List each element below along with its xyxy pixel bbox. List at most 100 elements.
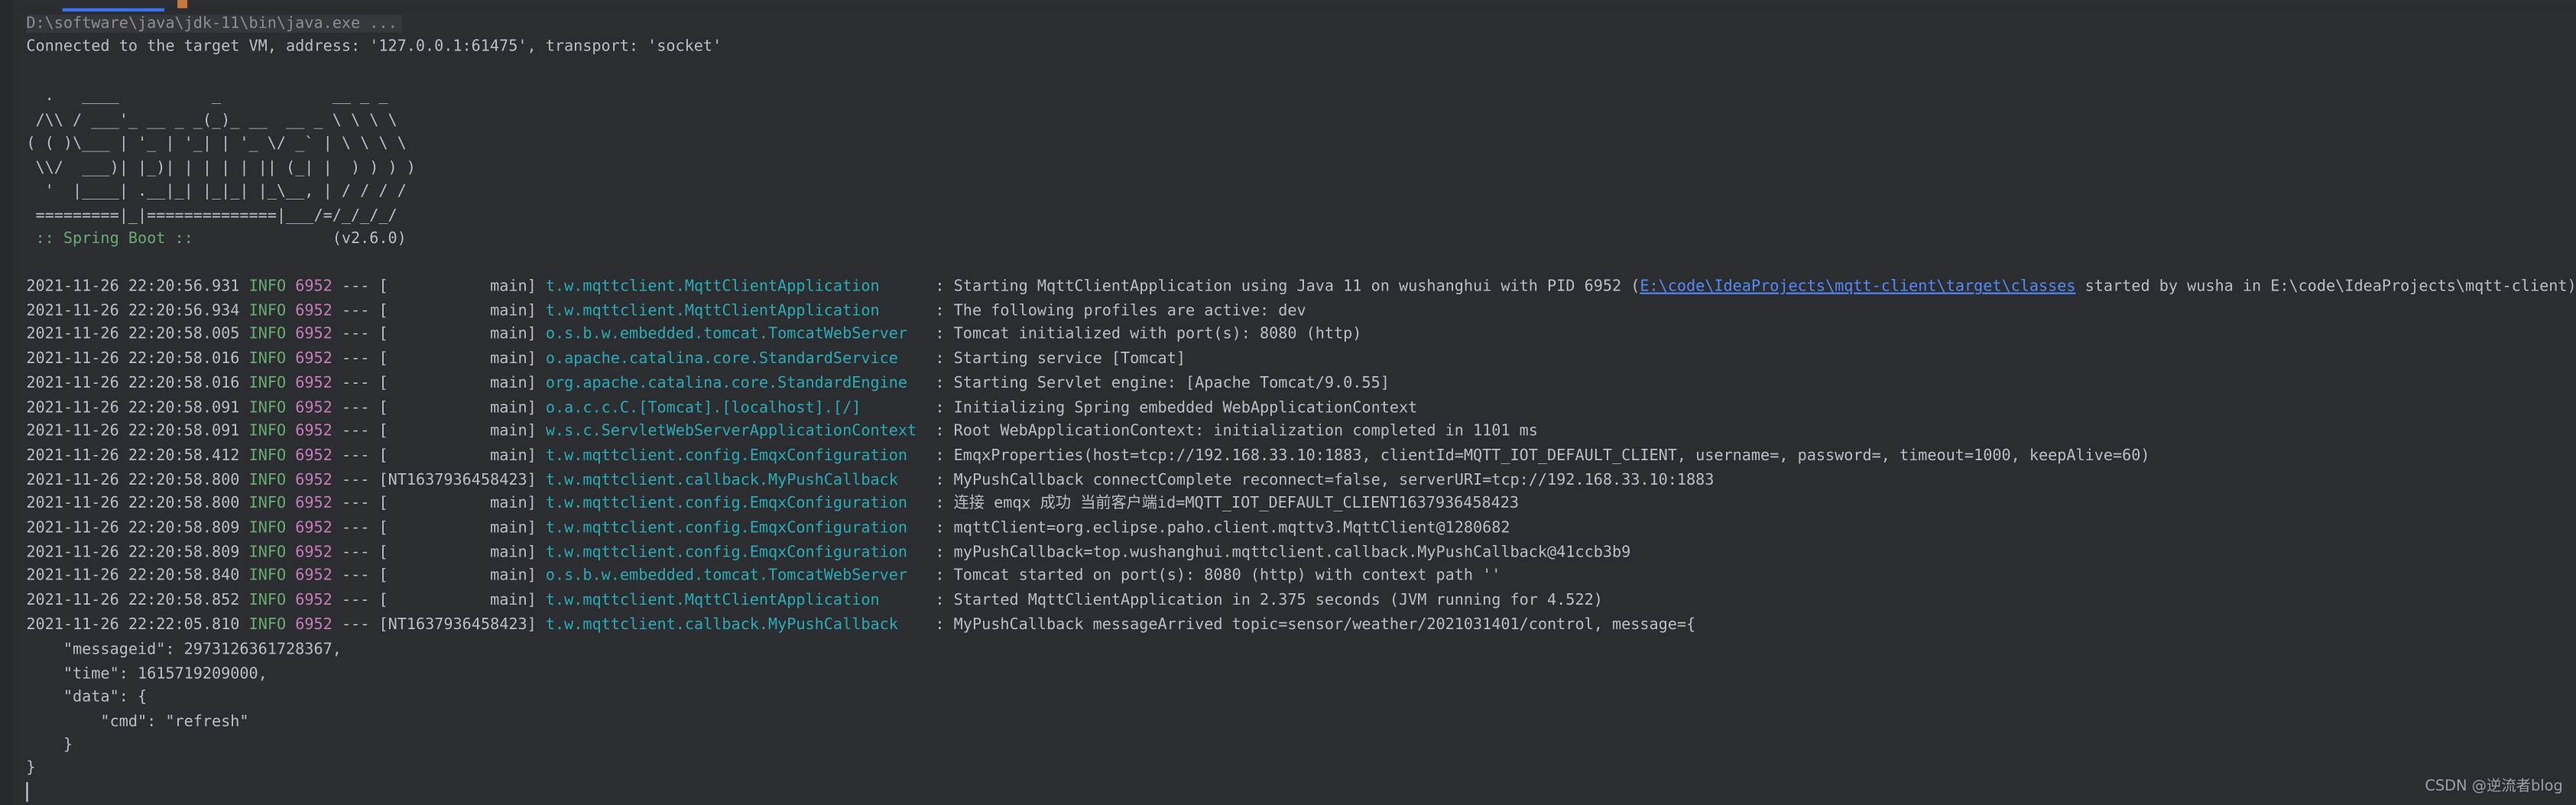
log-message: : Root WebApplicationContext: initializa…	[935, 422, 1538, 441]
log-logger: t.w.mqttclient.MqttClientApplication	[545, 301, 917, 320]
log-logger: w.s.c.ServletWebServerApplicationContext	[545, 422, 917, 441]
log-separator: ---	[341, 519, 370, 537]
log-pid: 6952	[295, 349, 333, 368]
json-line: "messageid": 2973126361728367,	[26, 641, 342, 659]
log-timestamp: 2021-11-26 22:20:58.091	[26, 398, 240, 417]
log-logger: o.s.b.w.embedded.tomcat.TomcatWebServer	[545, 326, 917, 345]
log-message: : MyPushCallback messageArrived topic=se…	[935, 615, 1696, 635]
log-line: 2021-11-26 22:20:58.016 INFO 6952 --- [ …	[26, 375, 1389, 394]
log-logger: o.apache.catalina.core.StandardService	[545, 349, 917, 368]
run-console-window: D:\software\java\jdk-11\bin\java.exe ...…	[0, 0, 2576, 805]
log-line: 2021-11-26 22:20:58.840 INFO 6952 --- [ …	[26, 567, 1501, 587]
log-logger: o.s.b.w.embedded.tomcat.TomcatWebServer	[545, 567, 917, 586]
log-level: INFO	[248, 591, 287, 610]
banner-line: ( ( )\___ | '_ | '_| | '_ \/ _` | \ \ \ …	[26, 135, 407, 154]
log-level: INFO	[248, 495, 287, 514]
log-timestamp: 2021-11-26 22:20:58.412	[26, 446, 240, 465]
log-logger: t.w.mqttclient.config.EmqxConfiguration	[545, 495, 917, 514]
banner-line: /\\ / ___'_ __ _ _(_)_ __ __ _ \ \ \ \	[26, 111, 397, 129]
banner-line: ' |____| .__|_| |_|_| |_\__, | / / / /	[26, 183, 407, 202]
java-command[interactable]: D:\software\java\jdk-11\bin\java.exe ...	[26, 15, 403, 33]
log-separator: ---	[341, 495, 370, 514]
log-logger: t.w.mqttclient.callback.MyPushCallback	[545, 615, 917, 635]
log-level: INFO	[248, 615, 287, 635]
log-level: INFO	[248, 567, 287, 586]
active-tab-indicator[interactable]	[62, 0, 164, 12]
log-logger: t.w.mqttclient.MqttClientApplication	[545, 278, 917, 296]
log-line: 2021-11-26 22:20:56.931 INFO 6952 --- [ …	[26, 278, 2576, 297]
log-message: : Starting Servlet engine: [Apache Tomca…	[935, 374, 1390, 393]
log-separator: ---	[341, 543, 370, 562]
log-logger: t.w.mqttclient.config.EmqxConfiguration	[545, 519, 917, 537]
json-line: }	[26, 735, 73, 755]
log-message: : The following profiles are active: dev	[935, 301, 1306, 320]
log-timestamp: 2021-11-26 22:20:58.840	[26, 567, 240, 586]
watermark: CSDN @逆流者blog	[2425, 778, 2563, 796]
log-line: 2021-11-26 22:20:58.800 INFO 6952 --- [ …	[26, 495, 1519, 515]
log-pid: 6952	[295, 301, 333, 320]
log-timestamp: 2021-11-26 22:20:58.800	[26, 495, 240, 514]
log-separator: ---	[341, 374, 370, 393]
log-thread: [ main]	[378, 398, 537, 417]
text-cursor	[26, 782, 28, 802]
log-timestamp: 2021-11-26 22:20:58.005	[26, 326, 240, 345]
log-logger: t.w.mqttclient.callback.MyPushCallback	[545, 470, 917, 489]
spring-boot-line: :: Spring Boot :: (v2.6.0)	[26, 229, 407, 250]
log-level: INFO	[248, 543, 287, 562]
log-separator: ---	[341, 301, 370, 320]
log-thread: [NT1637936458423]	[378, 470, 537, 489]
tab-strip	[13, 0, 2576, 12]
log-message: : mqttClient=org.eclipse.paho.client.mqt…	[935, 519, 1510, 537]
log-thread: [ main]	[378, 326, 537, 345]
log-timestamp: 2021-11-26 22:20:58.800	[26, 470, 240, 489]
log-separator: ---	[341, 567, 370, 586]
log-line: 2021-11-26 22:20:56.934 INFO 6952 --- [ …	[26, 302, 1306, 322]
log-timestamp: 2021-11-26 22:20:56.931	[26, 278, 240, 296]
log-level: INFO	[248, 326, 287, 345]
log-line: 2021-11-26 22:20:58.005 INFO 6952 --- [ …	[26, 326, 1361, 346]
log-message: : Tomcat initialized with port(s): 8080 …	[935, 326, 1362, 345]
log-message: : Started MqttClientApplication in 2.375…	[935, 591, 1603, 610]
log-thread: [ main]	[378, 422, 537, 441]
log-separator: ---	[341, 446, 370, 465]
log-logger: t.w.mqttclient.config.EmqxConfiguration	[545, 543, 917, 562]
log-separator: ---	[341, 591, 370, 610]
command-line[interactable]: D:\software\java\jdk-11\bin\java.exe ...	[26, 15, 403, 34]
log-thread: [ main]	[378, 567, 537, 586]
tab-icon	[177, 0, 188, 8]
log-thread: [ main]	[378, 495, 537, 514]
log-message: : MyPushCallback connectComplete reconne…	[935, 470, 1715, 489]
log-pid: 6952	[295, 470, 333, 489]
log-timestamp: 2021-11-26 22:20:58.016	[26, 349, 240, 368]
banner-line: \\/ ___)| |_)| | | | | || (_| | ) ) ) )	[26, 159, 416, 177]
left-gutter	[0, 0, 14, 805]
log-separator: ---	[341, 398, 370, 417]
log-pid: 6952	[295, 374, 333, 393]
classes-path-link[interactable]: E:\code\IdeaProjects\mqtt-client\target\…	[1640, 278, 2075, 296]
log-pid: 6952	[295, 326, 333, 345]
log-logger: t.w.mqttclient.config.EmqxConfiguration	[545, 446, 917, 465]
log-line: 2021-11-26 22:20:58.800 INFO 6952 --- [N…	[26, 471, 1714, 491]
log-separator: ---	[341, 470, 370, 489]
log-logger: t.w.mqttclient.MqttClientApplication	[545, 591, 917, 610]
spring-boot-version: (v2.6.0)	[202, 229, 407, 248]
log-line: 2021-11-26 22:20:58.809 INFO 6952 --- [ …	[26, 544, 1630, 563]
log-level: INFO	[248, 301, 287, 320]
json-line: "time": 1615719209000,	[26, 665, 268, 684]
log-pid: 6952	[295, 446, 333, 465]
log-level: INFO	[248, 349, 287, 368]
log-timestamp: 2021-11-26 22:22:05.810	[26, 615, 240, 635]
log-logger: org.apache.catalina.core.StandardEngine	[545, 374, 917, 393]
log-separator: ---	[341, 349, 370, 368]
log-pid: 6952	[295, 615, 333, 635]
log-separator: ---	[341, 278, 370, 296]
json-line: "cmd": "refresh"	[26, 712, 249, 732]
log-message: : Starting MqttClientApplication using J…	[935, 278, 1640, 296]
log-level: INFO	[248, 374, 287, 393]
log-message: : Starting service [Tomcat]	[935, 349, 1186, 368]
log-thread: [ main]	[378, 591, 537, 610]
log-message: : 连接 emqx 成功 当前客户端id=MQTT_IOT_DEFAULT_CL…	[935, 495, 1520, 514]
log-timestamp: 2021-11-26 22:20:58.809	[26, 519, 240, 537]
log-line: 2021-11-26 22:20:58.091 INFO 6952 --- [ …	[26, 398, 1417, 418]
spring-boot-label: :: Spring Boot ::	[26, 229, 203, 248]
